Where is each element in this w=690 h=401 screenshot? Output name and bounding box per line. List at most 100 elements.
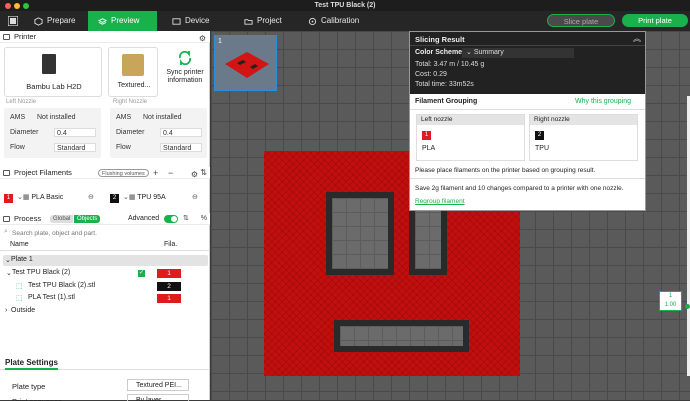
printer-model-card[interactable]: Bambu Lab H2D — [4, 47, 102, 97]
tree-plate-row[interactable]: ⌄ Plate 1 — [3, 255, 208, 266]
sync-icon — [178, 50, 192, 66]
filament-settings-gear-icon[interactable]: ⚙ — [191, 169, 198, 181]
right-ams-label: AMS — [116, 114, 132, 121]
slicing-summary-dark: Slicing Result ︽ Color Scheme ⌄ Summary … — [410, 32, 645, 94]
advanced-toggle[interactable] — [164, 215, 178, 223]
flushing-volumes-button[interactable]: Flushing volumes — [98, 169, 149, 177]
regroup-filament-link[interactable]: Regroup filament — [415, 198, 465, 205]
plate-image-icon — [122, 54, 144, 76]
tree-part-2-label: PLA Test (1).stl — [28, 294, 75, 301]
left-ams-value: Not installed — [37, 114, 76, 121]
tab-prepare[interactable]: Prepare — [34, 11, 75, 31]
tab-calibration-label: Calibration — [321, 16, 360, 25]
right-flow-label: Flow — [116, 144, 131, 151]
tree-part-row-2[interactable]: ⬚ PLA Test (1).stl 1 — [3, 293, 208, 304]
tree-object-filament[interactable]: 1 — [157, 269, 181, 278]
tab-prepare-label: Prepare — [47, 16, 76, 25]
part-icon: ⬚ — [16, 283, 23, 290]
search-box[interactable]: ⌕ — [4, 228, 206, 238]
left-nozzle-label: Left Nozzle — [6, 99, 37, 105]
filament-1-name: PLA Basic — [31, 194, 64, 201]
global-toggle-button[interactable]: Global — [50, 215, 74, 223]
part-icon: ⬚ — [16, 295, 23, 302]
window-title: Test TPU Black (2) — [314, 2, 376, 9]
tab-device[interactable]: Device — [172, 11, 209, 31]
object-check-icon[interactable]: ✓ — [138, 270, 145, 277]
left-nozzle-box: AMS Not installed Diameter 0.4 Flow Stan… — [4, 108, 101, 158]
layers-icon — [98, 17, 107, 25]
why-grouping-link[interactable]: Why this grouping — [575, 98, 631, 105]
plate-settings-header: Plate Settings — [0, 356, 210, 370]
tree-part-2-filament[interactable]: 1 — [157, 294, 181, 303]
left-nozzle-group: Left nozzle 1 PLA — [416, 114, 525, 161]
model-hole-left — [326, 192, 394, 275]
right-nozzle-group: Right nozzle 2 TPU — [529, 114, 638, 161]
remove-filament-icon[interactable]: − — [168, 167, 173, 179]
left-group-filament-num: 1 — [422, 131, 431, 140]
color-scheme-select[interactable]: ⌄ Summary — [462, 48, 574, 58]
right-ams-value: Not installed — [143, 114, 182, 121]
process-percent-icon[interactable]: % — [201, 213, 207, 225]
color-scheme-value: Summary — [473, 49, 504, 56]
objects-toggle-button[interactable]: Objects — [74, 215, 101, 223]
filament-2-number: 2 — [110, 194, 119, 203]
tab-preview-label: Preview — [111, 16, 140, 25]
printer-image-icon — [42, 54, 56, 74]
plate-thumbnail[interactable]: 1 — [214, 35, 277, 91]
filament-row-2[interactable]: 2 ⌄▦ TPU 95A ⊖ — [110, 193, 198, 203]
right-diameter-select[interactable]: 0.4 — [160, 128, 202, 137]
printer-model-name: Bambu Lab H2D — [26, 82, 82, 91]
tree-plate-label: Plate 1 — [11, 256, 33, 263]
slice-plate-button[interactable]: Slice plate — [547, 14, 615, 27]
search-input[interactable] — [12, 228, 202, 238]
close-window-icon[interactable] — [5, 3, 11, 9]
grouping-hint: Please place filaments on the printer ba… — [415, 167, 596, 174]
tree-part-1-filament[interactable]: 2 — [157, 282, 181, 291]
sync-printer-button[interactable]: Sync printer information — [162, 49, 208, 95]
zoom-window-icon[interactable] — [23, 3, 29, 9]
filament-2-name: TPU 95A — [137, 194, 166, 201]
tree-part-1-label: Test TPU Black (2).stl — [28, 282, 96, 289]
menu-icon[interactable] — [4, 11, 22, 31]
sync-filament-icon[interactable]: ⇅ — [200, 167, 207, 179]
slicing-result-panel: Slicing Result ︽ Color Scheme ⌄ Summary … — [409, 31, 646, 211]
right-flow-select[interactable]: Standard — [160, 143, 202, 152]
print-plate-button[interactable]: Print plate — [622, 14, 688, 27]
plate-type-select[interactable]: Textured PEI... — [127, 379, 189, 391]
filament-2-dropdown-icon[interactable]: ⌄▦ — [123, 194, 135, 201]
tree-outside-label: Outside — [11, 307, 36, 314]
printer-settings-gear-icon[interactable]: ⚙ — [199, 33, 206, 45]
layer-slider-value[interactable]: 1 1.00 — [659, 291, 682, 311]
tree-outside-row[interactable]: › Outside — [3, 306, 208, 317]
plate-type-card[interactable]: Textured... — [108, 47, 158, 97]
left-diameter-select[interactable]: 0.4 — [54, 128, 96, 137]
add-filament-icon[interactable]: + — [153, 167, 158, 179]
process-compare-icon[interactable]: ⇅ — [183, 213, 189, 225]
plate-thumbnail-model-icon — [225, 52, 269, 78]
tab-preview[interactable]: Preview — [88, 11, 157, 31]
tree-object-row[interactable]: ⌄ Test TPU Black (2) ✓ 1 — [3, 268, 208, 279]
filament-2-edit-icon[interactable]: ⊖ — [192, 193, 198, 203]
filament-1-dropdown-icon[interactable]: ⌄▦ — [17, 194, 29, 201]
slice-plate-label: Slice plate — [563, 17, 599, 26]
slicing-result-title: Slicing Result — [415, 35, 465, 44]
tab-project-label: Project — [257, 16, 282, 25]
plate-thumbnail-number: 1 — [218, 38, 222, 45]
tab-calibration[interactable]: Calibration — [308, 11, 359, 31]
filament-1-edit-icon[interactable]: ⊖ — [88, 193, 94, 203]
print-plate-label: Print plate — [638, 16, 672, 25]
cube-icon — [34, 16, 43, 26]
model-hole-bottom — [334, 320, 469, 352]
right-diameter-label: Diameter — [116, 129, 145, 136]
minimize-window-icon[interactable] — [14, 3, 20, 9]
tab-project[interactable]: Project — [244, 11, 282, 31]
main-toolbar: Prepare Preview Device Project Calibrati… — [0, 11, 690, 31]
tree-part-row-1[interactable]: ⬚ Test TPU Black (2).stl 2 — [3, 281, 208, 292]
plate-settings-title: Plate Settings — [5, 358, 58, 370]
collapse-icon[interactable]: ︽ — [633, 33, 641, 44]
filament-1-number: 1 — [4, 194, 13, 203]
process-section-title: Process — [14, 214, 42, 223]
filament-row-1[interactable]: 1 ⌄▦ PLA Basic ⊖ — [4, 193, 94, 203]
layer-slider-handle[interactable] — [685, 304, 690, 309]
left-flow-select[interactable]: Standard — [54, 143, 96, 152]
